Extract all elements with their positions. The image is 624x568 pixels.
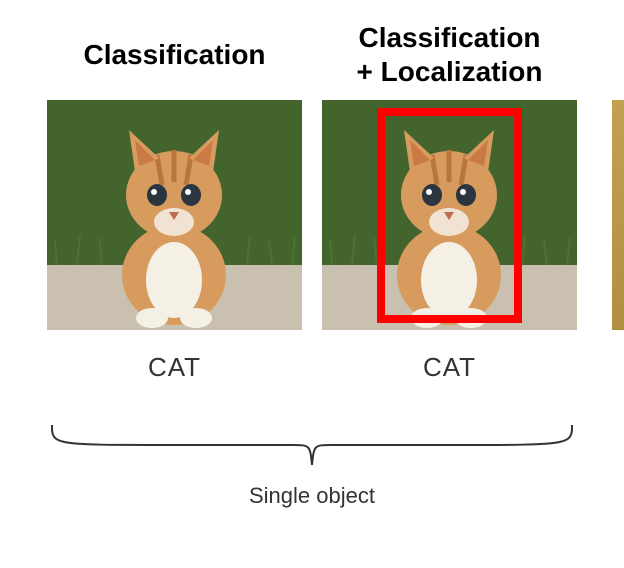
panel-title-localization: Classification + Localization bbox=[357, 20, 543, 90]
curly-brace-group: Single object bbox=[42, 420, 582, 509]
cat-image-icon bbox=[47, 100, 302, 330]
brace-label: Single object bbox=[42, 483, 582, 509]
cat-image-icon bbox=[322, 100, 577, 330]
panel-title-classification: Classification bbox=[83, 20, 265, 90]
label-localization: CAT bbox=[423, 352, 476, 383]
image-localization bbox=[322, 100, 577, 330]
curly-brace-icon bbox=[42, 420, 582, 470]
panel-localization: Classification + Localization bbox=[322, 20, 577, 383]
diagram-row: Classification bbox=[30, 20, 594, 383]
image-classification bbox=[47, 100, 302, 330]
cropped-next-image-sliver bbox=[612, 100, 624, 330]
label-classification: CAT bbox=[148, 352, 201, 383]
panel-classification: Classification bbox=[47, 20, 302, 383]
